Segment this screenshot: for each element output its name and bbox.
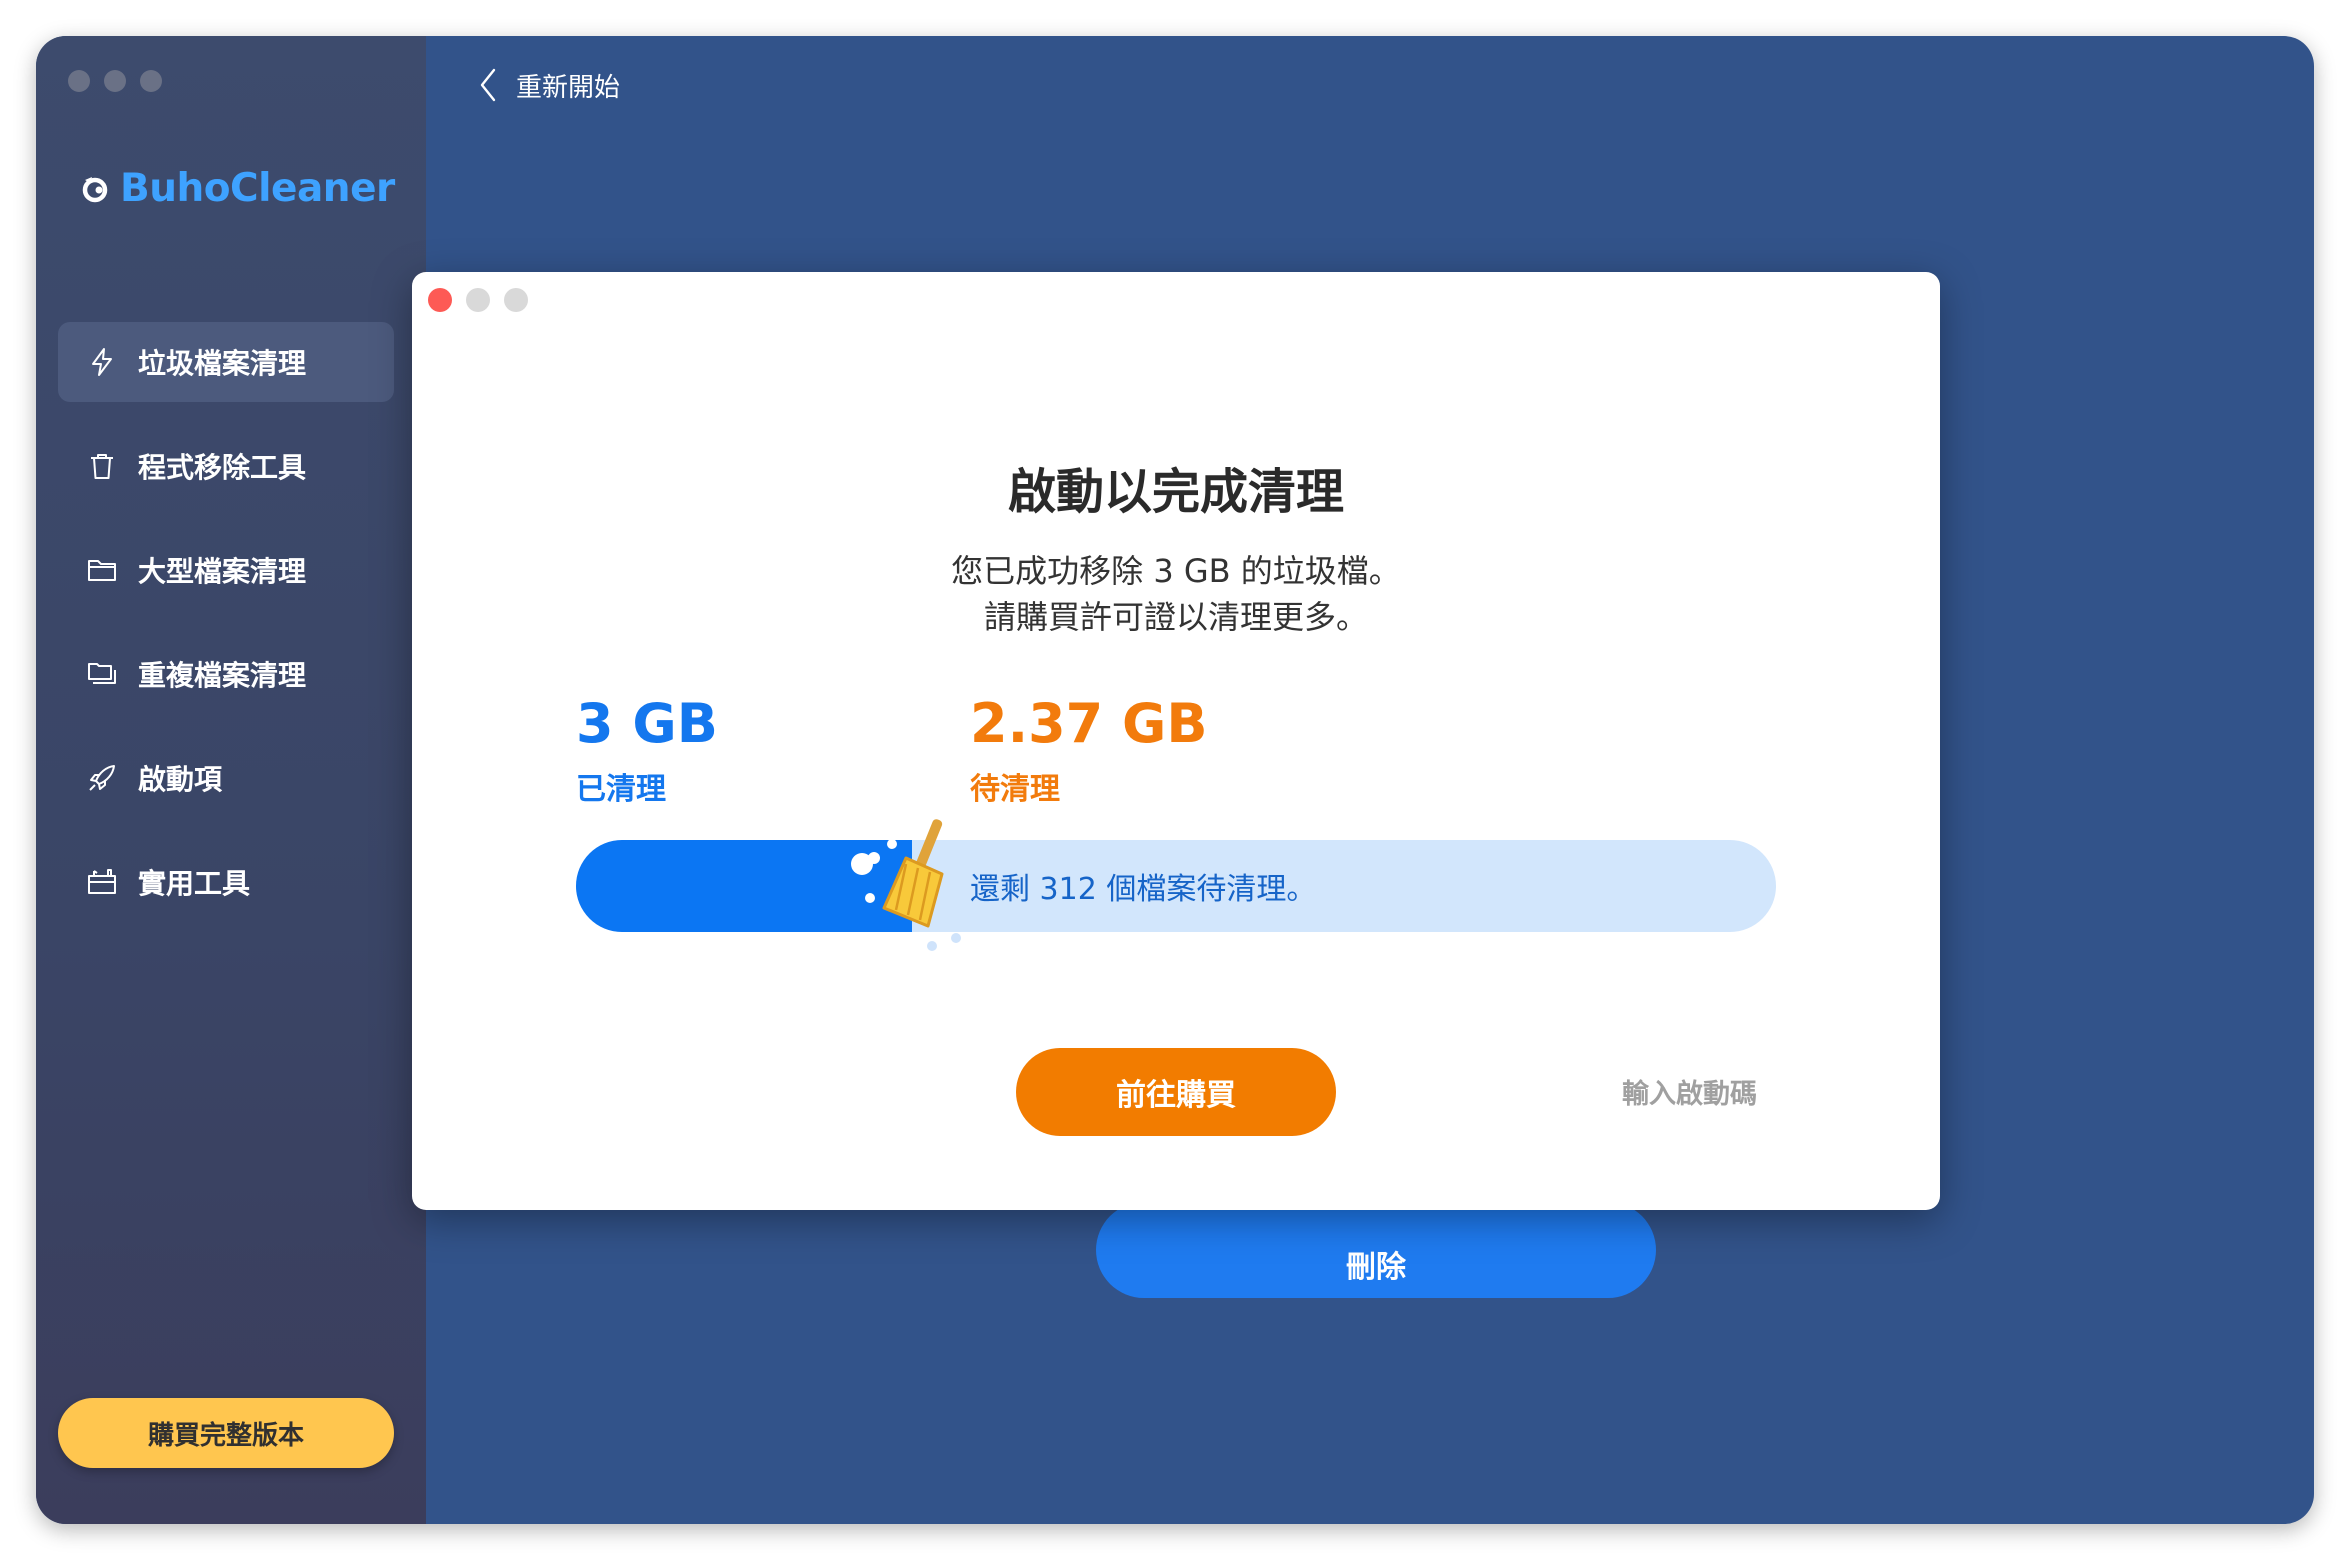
progress-text: 還剩 312 個檔案待清理。 (970, 872, 1317, 907)
sidebar-item-label: 實用工具 (138, 867, 251, 900)
cleaned-stat: 3 GB 已清理 (576, 692, 718, 808)
description-line-2: 請購買許可證以清理更多。 (983, 598, 1368, 636)
description-line-1: 您已成功移除 3 GB 的垃圾檔。 (951, 552, 1401, 590)
sidebar-item-large-files[interactable]: 大型檔案清理 (58, 530, 394, 610)
dialog-close-button[interactable] (428, 288, 452, 312)
cleaned-value: 3 GB (576, 692, 718, 755)
sidebar-item-label: 大型檔案清理 (138, 555, 307, 588)
sidebar-item-label: 程式移除工具 (138, 451, 307, 484)
dialog-zoom-button[interactable] (504, 288, 528, 312)
sidebar-item-label: 啟動項 (138, 763, 223, 796)
zoom-window-button[interactable] (140, 70, 162, 92)
dialog-minimize-button[interactable] (466, 288, 490, 312)
pending-value: 2.37 GB (970, 692, 1208, 755)
sidebar-item-label: 重複檔案清理 (138, 659, 307, 692)
sidebar-item-duplicate-files[interactable]: 重複檔案清理 (58, 634, 394, 714)
delete-button[interactable]: 刪除 (1096, 1202, 1656, 1298)
folder-icon (88, 560, 116, 581)
sidebar-item-app-uninstaller[interactable]: 程式移除工具 (58, 426, 394, 506)
close-window-button[interactable] (68, 70, 90, 92)
rocket-icon (89, 765, 115, 791)
sidebar-item-startup-items[interactable]: 啟動項 (58, 738, 394, 818)
buy-full-version-button[interactable]: 購買完整版本 (58, 1398, 394, 1468)
app-logo: BuhoCleaner (80, 166, 395, 211)
sidebar-nav: 垃圾檔案清理 程式移除工具 大型檔案清理 重複檔案清理 啟動項 實用工具 (58, 322, 394, 946)
cleanup-progress-bar: 還剩 312 個檔案待清理。 (576, 819, 1776, 951)
dialog-description: 您已成功移除 3 GB 的垃圾檔。 請購買許可證以清理更多。 (412, 548, 1940, 640)
app-window: BuhoCleaner 垃圾檔案清理 程式移除工具 大型檔案清理 重複檔案清理 … (36, 36, 2314, 1524)
activation-dialog: 啟動以完成清理 您已成功移除 3 GB 的垃圾檔。 請購買許可證以清理更多。 3… (412, 272, 1940, 1210)
enter-activation-code-link[interactable]: 輸入啟動碼 (1622, 1072, 1757, 1111)
back-label: 重新開始 (516, 72, 621, 103)
sidebar: BuhoCleaner 垃圾檔案清理 程式移除工具 大型檔案清理 重複檔案清理 … (36, 36, 426, 1524)
duplicate-folder-icon (88, 663, 116, 684)
window-controls (68, 70, 162, 92)
sidebar-item-toolkit[interactable]: 實用工具 (58, 842, 394, 922)
dialog-window-controls (428, 288, 528, 312)
restart-back-button[interactable]: 重新開始 (476, 66, 620, 104)
toolbox-icon (88, 869, 116, 894)
dialog-title: 啟動以完成清理 (1007, 464, 1344, 520)
lightning-icon (92, 348, 112, 376)
trash-icon (91, 454, 113, 479)
pending-label: 待清理 (970, 772, 1060, 807)
broom-icon (851, 819, 961, 951)
app-name: BuhoCleaner (120, 166, 395, 211)
sidebar-item-junk-cleanup[interactable]: 垃圾檔案清理 (58, 322, 394, 402)
minimize-window-button[interactable] (104, 70, 126, 92)
pending-stat: 2.37 GB 待清理 (970, 692, 1208, 808)
go-buy-button[interactable]: 前往購買 (1016, 1048, 1336, 1136)
chevron-left-icon (480, 68, 496, 102)
buho-logo-icon (82, 176, 108, 202)
sidebar-item-label: 垃圾檔案清理 (138, 347, 307, 380)
cleaned-label: 已清理 (576, 772, 666, 807)
